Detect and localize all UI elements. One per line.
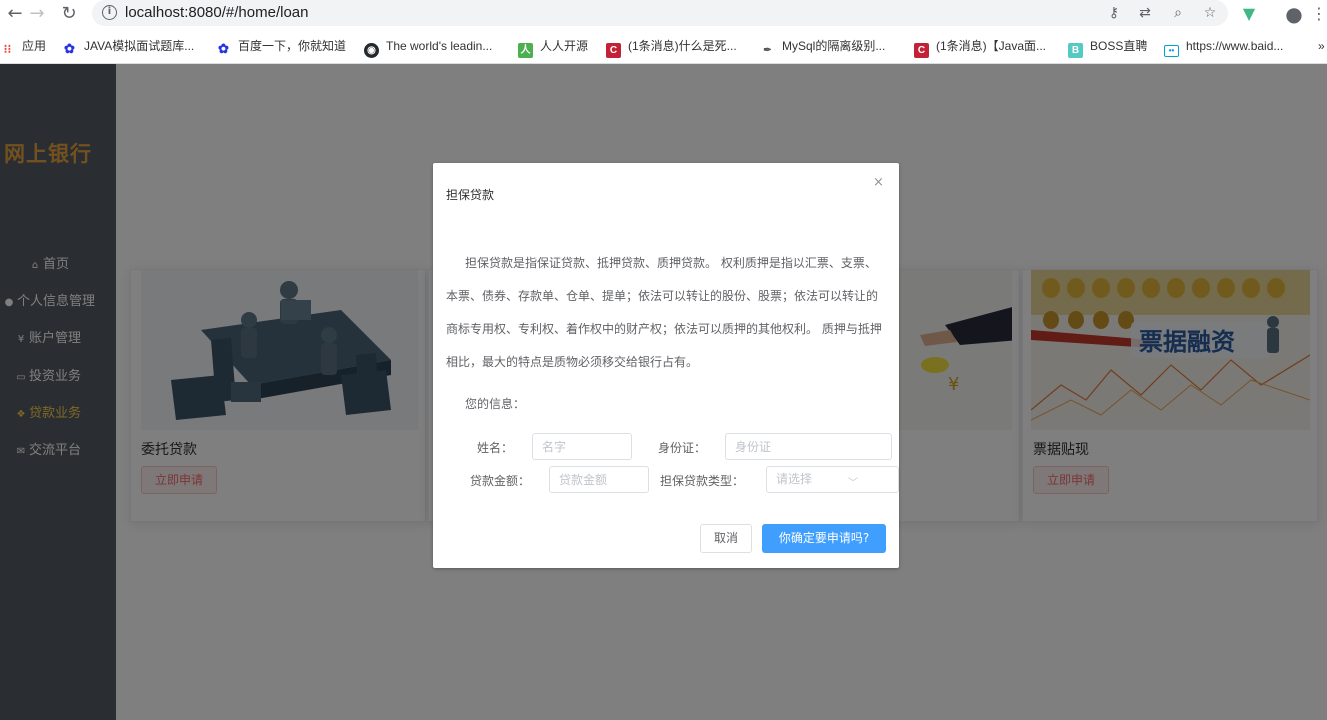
loan-type-label: 担保贷款类型：	[660, 474, 745, 488]
url-text[interactable]: localhost:8080/#/home/loan	[125, 4, 308, 21]
your-info-label: 您的信息：	[465, 397, 526, 411]
bookmark-label: MySql的隔离级别...	[782, 39, 886, 53]
description-line: 本票、债券、存款单、仓单、提单；依法可以转让的股份、股票；依法可以转让的	[446, 289, 879, 303]
description-line: 相比，最大的特点是质物必须移交给银行占有。	[446, 355, 699, 369]
zoom-icon[interactable]: ⌕	[1168, 3, 1188, 23]
csdn-icon: C	[606, 43, 621, 58]
name-label: 姓名：	[477, 441, 514, 455]
bookmark-github[interactable]: ◉ The world's leadin...	[364, 37, 493, 58]
description-line: 商标专用权、专利权、着作权中的财产权；依法可以质押的其他权利。 质押与抵押	[446, 322, 882, 336]
profile-icon[interactable]: ●	[1283, 3, 1305, 25]
id-input[interactable]	[725, 433, 892, 460]
confirm-apply-button[interactable]: 你确定要申请吗?	[762, 524, 886, 553]
quill-icon: ✒	[763, 45, 772, 56]
baidu-paw-icon: ✿	[64, 41, 75, 56]
bilibili-icon: ••	[1164, 45, 1179, 57]
bookmark-label: 应用	[22, 39, 47, 53]
forward-icon[interactable]: →	[26, 3, 48, 25]
bookmark-apps[interactable]: ⁝⁝ 应用	[0, 37, 47, 56]
id-label: 身份证：	[658, 441, 707, 455]
info-icon[interactable]: i	[102, 5, 117, 20]
baidu-paw-icon: ✿	[218, 41, 229, 56]
bookmark-baidu-url[interactable]: •• https://www.baid...	[1164, 37, 1284, 57]
dialog-title: 担保贷款	[446, 188, 495, 202]
bookmark-csdn-1[interactable]: C (1条消息)什么是死...	[606, 37, 737, 58]
apps-grid-icon: ⁝⁝	[3, 42, 12, 56]
csdn-icon: C	[914, 43, 929, 58]
guarantee-loan-dialog: 担保贷款 × 担保贷款是指保证贷款、抵押贷款、质押贷款。 权利质押是指以汇票、支…	[433, 163, 899, 568]
bookmark-mysql[interactable]: ✒ MySql的隔离级别...	[760, 37, 886, 56]
bookmark-label: https://www.baid...	[1186, 39, 1284, 53]
translate-icon[interactable]: ⇄	[1135, 3, 1155, 23]
dialog-description: 担保贷款是指保证贷款、抵押贷款、质押贷款。 权利质押是指以汇票、支票、 本票、债…	[446, 247, 886, 379]
description-line: 担保贷款是指保证贷款、抵押贷款、质押贷款。 权利质押是指以汇票、支票、	[465, 256, 877, 270]
key-icon[interactable]: ⚷	[1104, 3, 1124, 23]
github-icon: ◉	[364, 43, 379, 58]
name-input[interactable]	[532, 433, 632, 460]
browser-toolbar: ← → ↻ i localhost:8080/#/home/loan ⚷ ⇄ ⌕…	[0, 0, 1327, 28]
select-placeholder: 请选择	[776, 472, 813, 486]
vue-devtools-icon[interactable]: ▼	[1238, 3, 1260, 25]
bookmark-label: (1条消息)【Java面...	[936, 39, 1047, 53]
bookmark-baidu[interactable]: ✿ 百度一下，你就知道	[216, 37, 347, 56]
bookmark-label: BOSS直聘	[1090, 39, 1148, 53]
amount-input[interactable]	[549, 466, 649, 493]
amount-label: 贷款金额：	[470, 474, 531, 488]
back-icon[interactable]: ←	[4, 3, 26, 25]
bookmark-label: (1条消息)什么是死...	[628, 39, 737, 53]
loan-type-select[interactable]: 请选择 ﹀	[766, 466, 899, 493]
menu-icon[interactable]: ⋮	[1308, 3, 1327, 25]
renren-icon: 人	[518, 43, 533, 58]
cancel-button[interactable]: 取消	[700, 524, 752, 553]
star-icon[interactable]: ☆	[1200, 3, 1220, 23]
boss-icon: B	[1068, 43, 1083, 58]
bookmark-label: 百度一下，你就知道	[238, 39, 347, 53]
bookmark-renren[interactable]: 人人人开源	[518, 37, 589, 58]
bookmark-label: JAVA模拟面试题库...	[84, 39, 195, 53]
bookmark-boss[interactable]: B BOSS直聘	[1068, 37, 1148, 58]
chevron-down-icon: ﹀	[848, 478, 858, 489]
bookmark-csdn-2[interactable]: C (1条消息)【Java面...	[914, 37, 1047, 58]
bookmarks-bar: ⁝⁝ 应用 ✿ JAVA模拟面试题库... ✿ 百度一下，你就知道 ◉ The worl…	[0, 28, 1327, 64]
reload-icon[interactable]: ↻	[58, 3, 80, 25]
more-bookmarks-icon[interactable]: »	[1318, 37, 1325, 55]
bookmark-label: The world's leadin...	[386, 39, 493, 53]
address-bar[interactable]: i localhost:8080/#/home/loan ⚷ ⇄ ⌕ ☆	[92, 0, 1228, 26]
close-icon[interactable]: ×	[873, 175, 884, 190]
bookmark-label: 人人开源	[540, 39, 589, 53]
bookmark-java[interactable]: ✿ JAVA模拟面试题库...	[62, 37, 195, 56]
